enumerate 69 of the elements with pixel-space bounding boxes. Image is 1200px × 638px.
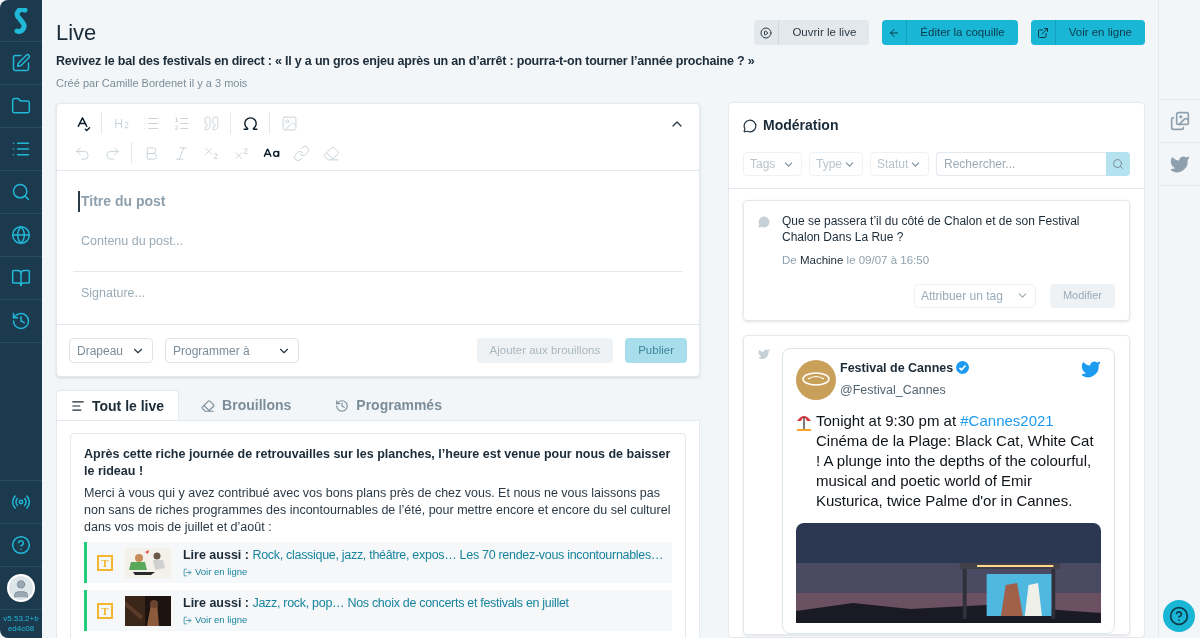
search-button[interactable] [1106, 152, 1130, 177]
type-badge: T [97, 602, 113, 619]
moderation-title: Modération [763, 116, 839, 136]
filter-dropdown[interactable]: Type [809, 152, 863, 177]
beach-umbrella-icon [796, 413, 812, 432]
view-online-button[interactable]: Voir en ligne [1030, 20, 1145, 45]
version-label: v5.53.2+bed4c08 [3, 614, 39, 634]
exit-icon [182, 567, 192, 577]
dropdown[interactable]: Drapeau [69, 338, 153, 364]
search-icon [1112, 158, 1124, 171]
eraser-icon [201, 398, 216, 413]
tab[interactable]: Programmés [313, 390, 464, 422]
exit-icon [183, 615, 192, 625]
page-title: Live [56, 19, 97, 47]
tweet-text: Tonight at 9:30 pm at #Cannes2021 Cinéma de la Plage: Black Cat, White Cat ! A plunge into the depths of the colourful, musical and poetic world of Emir Kusturica, twice Palme d'or in Cannes. [816, 411, 1095, 512]
post-body: Merci à vous qui y avez contribué avec vos bons plans près de chez vous. Et nous ne vous laissons pas non sans de riches programmes des incontournables de l’été, pour mettre encore et encore du sel culturel dans vos mois de juillet et d’août : [84, 485, 672, 537]
search-icon[interactable] [11, 182, 31, 202]
globe-icon[interactable] [11, 225, 31, 245]
help-button[interactable] [1163, 600, 1195, 632]
account-avatar [796, 359, 836, 400]
lines-icon [71, 399, 85, 414]
hashtag-link[interactable]: #Cannes2021 [960, 412, 1054, 430]
arrow-left-icon [888, 26, 901, 39]
type-badge: T [97, 554, 113, 571]
history-icon [335, 398, 350, 413]
play-icon [760, 26, 773, 39]
edit-button[interactable]: Modifier [1049, 283, 1115, 308]
article-link[interactable]: Jazz, rock, pop… Nos choix de concerts et festivals en juillet [252, 596, 569, 611]
broadcast-icon[interactable] [11, 492, 31, 512]
comment-text: Que se passera t’il du côté de Chalon et de son Festival Chalon Dans La Rue ? [782, 213, 1081, 246]
tag-dropdown[interactable]: Attribuer un tag [913, 283, 1036, 308]
verified-icon [956, 361, 970, 375]
history-icon[interactable] [11, 311, 31, 331]
open-live-button[interactable]: Ouvrir le live [754, 20, 870, 45]
external-link-icon [1036, 26, 1049, 39]
related-label: Lire aussi : [183, 596, 249, 611]
folder-icon[interactable] [11, 96, 31, 116]
account-name: Festival de Cannes [840, 359, 954, 377]
list-icon[interactable] [11, 139, 31, 159]
book-icon[interactable] [11, 268, 31, 288]
post-title-field[interactable]: Titre du post [78, 191, 672, 213]
view-online-link[interactable]: Voir en ligne [195, 613, 248, 628]
gallery-icon[interactable] [1169, 111, 1190, 131]
search-field[interactable]: Rechercher... [936, 152, 1106, 177]
post-content-field[interactable]: Contenu du post... [81, 223, 675, 260]
chat-icon [743, 118, 757, 133]
account-handle: @Festival_Cannes [840, 383, 946, 398]
filter-dropdown[interactable]: Tags [743, 152, 802, 177]
logo-icon[interactable] [14, 7, 28, 34]
live-subtitle: Revivez le bal des festivals en direct : « Il y a un gros enjeu après un an d’arrêt : pourra-t-on tourner l’année prochaine ? » [56, 53, 756, 70]
signature-field[interactable]: Signature... [81, 282, 675, 305]
twitter-icon[interactable] [1169, 154, 1190, 174]
related-label: Lire aussi : [182, 548, 249, 563]
post-heading: Après cette riche journée de retrouvailles sur les planches, l’heure est venue pour nous de baisser le rideau ! [84, 446, 672, 481]
comment-icon [758, 216, 770, 229]
tab[interactable]: Tout le live [56, 390, 180, 422]
article-link[interactable]: Rock, classique, jazz, théâtre, expos… Les 70 rendez-vous incontournables… [252, 548, 664, 563]
dropdown[interactable]: Programmer à [165, 338, 299, 364]
edit-shell-button[interactable]: Éditer la coquille [882, 20, 1018, 45]
created-by: Créé par Camille Bordenet il y a 3 mois [56, 75, 249, 91]
twitter-icon[interactable] [1081, 358, 1101, 379]
comment-meta: De Machine le 09/07 à 16:50 [782, 253, 931, 269]
filter-dropdown[interactable]: Statut [870, 152, 929, 177]
tab[interactable]: Brouillons [179, 390, 314, 422]
twitter-icon [758, 347, 770, 360]
view-online-link[interactable]: Voir en ligne [194, 565, 248, 580]
help-icon[interactable] [11, 535, 31, 555]
edit-icon[interactable] [11, 53, 31, 73]
user-avatar[interactable] [7, 574, 35, 602]
